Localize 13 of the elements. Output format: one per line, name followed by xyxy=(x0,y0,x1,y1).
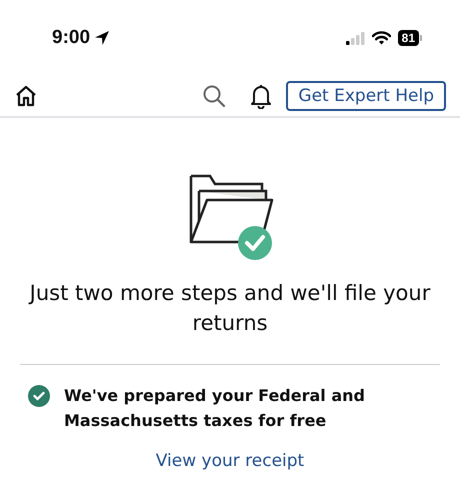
status-time: 9:00 xyxy=(52,27,90,49)
page-title: Just two more steps and we'll file your returns xyxy=(28,280,432,337)
view-receipt-link[interactable]: View your receipt xyxy=(156,451,304,471)
bell-icon[interactable] xyxy=(250,83,272,109)
status-message: We've prepared your Federal and Massachusetts taxes for free xyxy=(64,385,366,432)
home-icon[interactable] xyxy=(14,84,38,108)
wifi-icon xyxy=(372,31,391,45)
battery-indicator: 81 xyxy=(398,30,422,46)
signal-icon xyxy=(346,32,365,44)
search-icon[interactable] xyxy=(202,84,226,108)
check-circle-icon xyxy=(28,385,50,407)
location-arrow-icon xyxy=(94,30,110,46)
get-expert-help-button[interactable]: Get Expert Help xyxy=(286,81,446,111)
